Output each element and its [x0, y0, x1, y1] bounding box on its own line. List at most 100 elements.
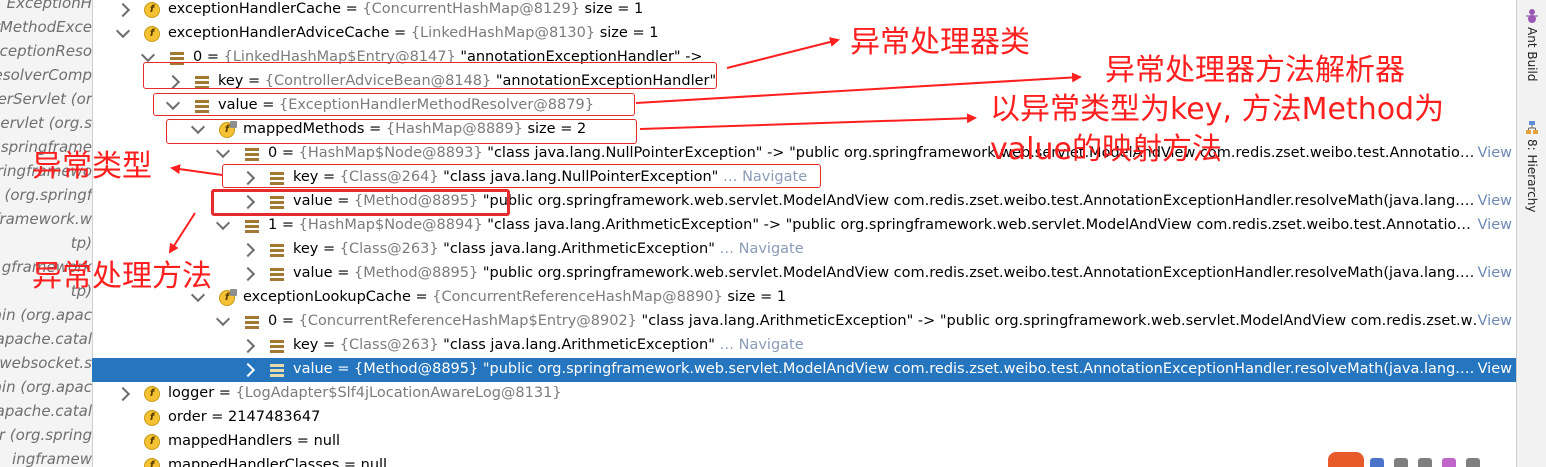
chevron-down-icon[interactable]: [215, 311, 231, 327]
variable-type: {ConcurrentReferenceHashMap@8890}: [432, 289, 723, 305]
field-icon: f: [219, 289, 237, 306]
variable-value: 2147483647: [228, 409, 321, 425]
stack-frame-item[interactable]: ain (org.apac: [0, 306, 92, 324]
tree-row[interactable]: 0 = {HashMap$Node@8893} "class java.lang…: [92, 142, 1516, 166]
tray-icon: [1466, 458, 1480, 467]
stack-frame-item[interactable]: erMethodExce: [0, 18, 92, 36]
chevron-right-icon[interactable]: [115, 2, 131, 18]
variable-value: "class java.lang.NullPointerException" -…: [487, 145, 1475, 161]
frames-panel[interactable]: ExceptionH erMethodExce xceptionReso esolve…: [0, 0, 93, 467]
tool-window-strip: Ant Build 8: Hierarchy: [1516, 0, 1546, 467]
tree-row[interactable]: value = {Method@8895} "public org.spring…: [92, 262, 1516, 286]
label-exception-handler-class: 异常处理器类: [850, 25, 1030, 60]
chevron-down-icon[interactable]: [215, 143, 231, 159]
tree-row[interactable]: f mappedHandlers = null: [92, 430, 1516, 454]
chevron-right-icon[interactable]: [240, 242, 256, 258]
tree-row-text: mappedHandlerClasses = null: [168, 457, 1508, 467]
tree-row[interactable]: key = {Class@263} "class java.lang.Arith…: [92, 334, 1516, 358]
tree-row[interactable]: f exceptionHandlerAdviceCache = {LinkedHa…: [92, 22, 1516, 46]
variable-value: null: [313, 433, 341, 449]
variable-type: {HashMap$Node@8894}: [298, 217, 483, 233]
chevron-down-icon[interactable]: [115, 23, 131, 39]
variable-value: "class java.lang.ArithmeticException": [443, 241, 715, 257]
chevron-right-icon[interactable]: [240, 266, 256, 282]
tree-row[interactable]: f logger = {LogAdapter$Slf4jLocationAware…: [92, 382, 1516, 406]
stack-frame-item[interactable]: framework.w: [0, 210, 92, 228]
variable-type: {Class@263}: [339, 337, 439, 353]
tool-tab-ant-build[interactable]: Ant Build: [1520, 8, 1544, 81]
navigate-link[interactable]: … Navigate: [720, 241, 804, 257]
tree-row-text: value = {Method@8895} "public org.spring…: [293, 361, 1475, 377]
tree-row-text: logger = {LogAdapter$Slf4jLocationAwareL…: [168, 385, 562, 401]
tree-row-text: 0 = {HashMap$Node@8893} "class java.lang…: [268, 145, 1475, 161]
stack-frame-item[interactable]: esolverComp: [0, 66, 92, 84]
entry-icon: [269, 242, 285, 258]
stack-frame-item[interactable]: xceptionReso: [0, 42, 92, 60]
variable-value: "class java.lang.ArithmeticException" ->…: [487, 217, 1471, 233]
vertical-scrollbar[interactable]: [1502, 0, 1514, 467]
stack-frame-item[interactable]: apache.catal: [0, 402, 92, 420]
variable-value: null: [360, 457, 388, 467]
navigate-link[interactable]: … Navigate: [720, 337, 804, 353]
variable-type: {ConcurrentHashMap@8129}: [362, 1, 580, 17]
stack-frame-item[interactable]: apache.catal: [0, 330, 92, 348]
variable-name: mappedHandlers: [168, 433, 293, 449]
variable-name: 0: [268, 145, 278, 161]
stack-frame-item[interactable]: websocket.s: [0, 354, 92, 372]
entry-icon: [269, 338, 285, 354]
highlight-value-method: [211, 189, 510, 216]
tree-row-text: order = 2147483647: [168, 409, 321, 425]
stack-frame-item[interactable]: (org.springf: [5, 186, 92, 204]
stack-frame-item[interactable]: ExceptionH: [7, 0, 92, 12]
tree-row[interactable]: f order = 2147483647: [92, 406, 1516, 430]
tool-tab-label: Ant Build: [1525, 27, 1539, 82]
stack-frame-item[interactable]: er (org.spring: [0, 426, 92, 444]
tree-row-text: key = {Class@263} "class java.lang.Arith…: [293, 337, 804, 353]
tree-row[interactable]: f exceptionHandlerCache = {ConcurrentHash…: [92, 0, 1516, 22]
variable-name: 1: [268, 217, 278, 233]
tree-row-text: value = {Method@8895} "public org.spring…: [293, 265, 1475, 281]
tree-row-text: exceptionLookupCache = {ConcurrentRefere…: [243, 289, 787, 305]
variable-type: {Method@8895}: [353, 361, 479, 377]
tray-icons: [1370, 458, 1480, 467]
tree-row[interactable]: value = {Method@8895} "public org.spring…: [92, 358, 1516, 382]
tree-row-text: exceptionHandlerCache = {ConcurrentHashM…: [168, 1, 644, 17]
tree-row-text: exceptionHandlerAdviceCache = {LinkedHas…: [168, 25, 659, 41]
field-icon: f: [144, 458, 160, 467]
tree-row[interactable]: 1 = {HashMap$Node@8894} "class java.lang…: [92, 214, 1516, 238]
tool-tab-label: 8: Hierarchy: [1525, 139, 1539, 213]
ant-icon: [1526, 9, 1538, 23]
highlight-key-controller-advice: [143, 62, 717, 89]
highlight-mapped-methods: [166, 119, 637, 144]
variable-type: {HashMap$Node@8893}: [298, 145, 483, 161]
entry-icon: [244, 146, 260, 162]
hierarchy-icon: [1526, 121, 1538, 134]
chevron-down-icon[interactable]: [140, 47, 156, 63]
tree-row[interactable]: key = {Class@263} "class java.lang.Arith…: [92, 238, 1516, 262]
stack-frame-item[interactable]: erServlet (or: [0, 90, 92, 108]
label-exception-handler-method: 异常处理方法: [32, 259, 212, 294]
label-mapping-line1: 以异常类型为key, 方法Method为: [990, 92, 1445, 127]
tool-tab-hierarchy[interactable]: 8: Hierarchy: [1520, 120, 1544, 213]
stack-frame-item[interactable]: tp): [71, 234, 92, 252]
variable-value: "public org.springframework.web.servlet.…: [482, 361, 1475, 377]
stack-frame-item[interactable]: ingframew: [12, 450, 92, 467]
tree-row[interactable]: f exceptionLookupCache = {ConcurrentRefer…: [92, 286, 1516, 310]
tree-row[interactable]: f mappedHandlerClasses = null: [92, 454, 1516, 467]
chevron-right-icon[interactable]: [115, 386, 131, 402]
variable-type: {LogAdapter$Slf4jLocationAwareLog@8131}: [235, 385, 562, 401]
chevron-right-icon[interactable]: [240, 338, 256, 354]
stack-frame-item[interactable]: Servlet (org.s: [0, 114, 92, 132]
chevron-down-icon[interactable]: [215, 215, 231, 231]
entry-icon: [244, 314, 260, 330]
tray-icon: [1418, 458, 1432, 467]
tray-icon: [1394, 458, 1408, 467]
entry-icon: [269, 266, 285, 282]
highlight-value-resolver: [153, 93, 635, 116]
tree-row[interactable]: 0 = {ConcurrentReferenceHashMap$Entry@89…: [92, 310, 1516, 334]
stack-frame-item[interactable]: ain (org.apac: [0, 378, 92, 396]
entry-icon: [269, 362, 285, 378]
variable-type: {Class@263}: [339, 241, 439, 257]
highlight-key-exception-class: [222, 164, 821, 188]
chevron-right-icon[interactable]: [240, 362, 256, 378]
